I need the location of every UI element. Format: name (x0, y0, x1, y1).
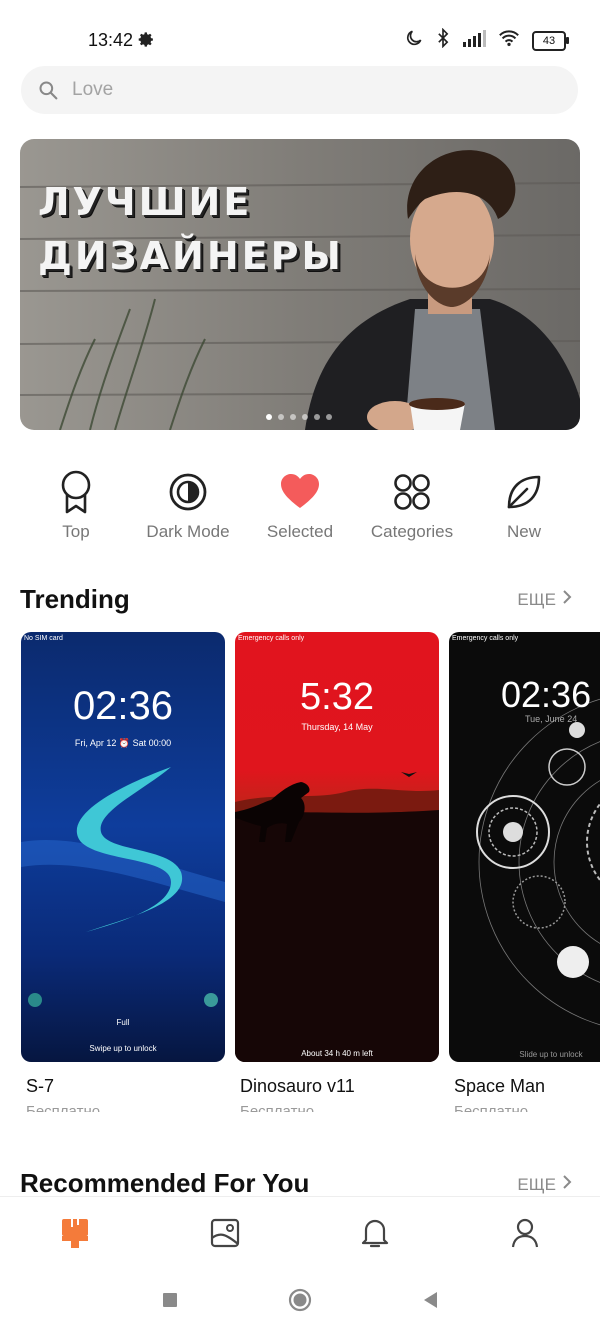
back-button[interactable] (422, 1291, 438, 1314)
home-button[interactable] (288, 1288, 312, 1317)
quick-link-label: New (506, 522, 541, 541)
theme-name: S-7 (26, 1076, 55, 1096)
quick-link-new[interactable]: New (468, 470, 580, 542)
grid-icon (393, 470, 431, 514)
theme-preview: Emergency calls only 02:36 Tue, June 24 … (449, 632, 600, 1062)
preview-carrier: Emergency calls only (452, 635, 519, 642)
search-input[interactable] (70, 78, 514, 102)
quick-link-label: Top (62, 522, 90, 541)
quick-links: Top Dark Mode Selected Categories New (20, 470, 580, 542)
search-icon (38, 80, 58, 100)
banner-dot (314, 414, 320, 420)
preview-carrier: Emergency calls only (238, 635, 305, 642)
quick-link-label: Dark Mode (146, 522, 230, 541)
theme-card[interactable]: Emergency calls only 5:32 Thursday, 14 M… (235, 632, 439, 1112)
preview-date: Tue, June 24 (525, 714, 578, 724)
preview-date: Thursday, 14 May (301, 722, 373, 732)
theme-price: Бесплатно (240, 1103, 315, 1112)
nav-wallpapers-button[interactable] (195, 1205, 255, 1265)
theme-name: Dinosauro v11 (240, 1076, 355, 1096)
banner-title: ЛУЧШИЕ ДИЗАЙНЕРЫ (38, 180, 344, 278)
chevron-right-icon (562, 1174, 572, 1195)
banner-page-dots (266, 414, 332, 420)
bell-icon (361, 1217, 389, 1254)
trending-title: Trending (20, 584, 130, 614)
ribbon-icon (59, 470, 93, 514)
theme-name: Space Man (454, 1076, 546, 1096)
promo-banner[interactable]: ЛУЧШИЕ ДИЗАЙНЕРЫ (20, 139, 580, 430)
nav-notifications-button[interactable] (345, 1205, 405, 1265)
recent-apps-button[interactable] (162, 1292, 178, 1313)
leaf-icon (505, 470, 543, 514)
banner-dot (326, 414, 332, 420)
preview-clock: 02:36 (501, 674, 592, 715)
half-circle-icon (168, 470, 208, 514)
quick-link-top[interactable]: Top (20, 470, 132, 542)
bottom-navigation (0, 1196, 600, 1273)
preview-carrier: No SIM card (24, 635, 63, 642)
system-navigation-bar (0, 1272, 600, 1333)
banner-dot (266, 414, 272, 420)
signal-icon (462, 29, 486, 52)
preview-small-label: Full (116, 1018, 130, 1027)
theme-price: Бесплатно (454, 1103, 529, 1112)
chevron-right-icon (562, 589, 572, 610)
search-bar[interactable] (21, 66, 578, 114)
more-label: ЕЩЕ (517, 1174, 556, 1194)
banner-dot (278, 414, 284, 420)
trending-carousel[interactable]: No SIM card 02:36 Fri, Apr 12 ⏰ Sat 00:0… (21, 632, 600, 1112)
banner-dot (302, 414, 308, 420)
battery-indicator: 43 (532, 30, 569, 51)
more-label: ЕЩЕ (517, 589, 556, 609)
image-icon (210, 1218, 240, 1253)
battery-level: 43 (542, 34, 556, 47)
theme-card[interactable]: No SIM card 02:36 Fri, Apr 12 ⏰ Sat 00:0… (21, 632, 225, 1112)
preview-unlock-hint: Swipe up to unlock (89, 1044, 157, 1053)
recommended-title: Recommended For You (20, 1168, 310, 1198)
quick-link-label: Categories (370, 522, 454, 541)
quick-link-dark-mode[interactable]: Dark Mode (132, 470, 244, 542)
nav-profile-button[interactable] (495, 1205, 555, 1265)
preview-unlock-hint: Slide up to unlock (519, 1050, 583, 1059)
user-icon (511, 1218, 539, 1253)
quick-link-selected[interactable]: Selected (244, 470, 356, 542)
settings-gear-icon (138, 31, 155, 53)
wifi-icon (498, 29, 520, 52)
recommended-more-link[interactable]: ЕЩЕ (517, 1174, 572, 1195)
nav-home-button[interactable] (45, 1205, 105, 1265)
theme-price: Бесплатно (26, 1103, 101, 1112)
status-time: 13:42 (88, 30, 134, 50)
status-icons: 43 (404, 27, 569, 53)
theme-card[interactable]: Emergency calls only 02:36 Tue, June 24 … (449, 632, 600, 1112)
quick-link-label: Selected (266, 522, 334, 541)
theme-preview: No SIM card 02:36 Fri, Apr 12 ⏰ Sat 00:0… (21, 632, 225, 1062)
banner-dot (290, 414, 296, 420)
theme-preview: Emergency calls only 5:32 Thursday, 14 M… (235, 632, 439, 1062)
do-not-disturb-moon-icon (404, 28, 424, 53)
quick-link-categories[interactable]: Categories (356, 470, 468, 542)
preview-battery-hint: About 34 h 40 m left (301, 1049, 373, 1058)
preview-date: Fri, Apr 12 ⏰ Sat 00:00 (74, 738, 172, 748)
bluetooth-icon (436, 27, 450, 53)
trending-more-link[interactable]: ЕЩЕ (517, 589, 572, 610)
home-brush-icon (60, 1217, 90, 1254)
preview-clock: 5:32 (300, 676, 374, 718)
heart-icon (280, 470, 320, 514)
preview-clock: 02:36 (72, 684, 174, 728)
